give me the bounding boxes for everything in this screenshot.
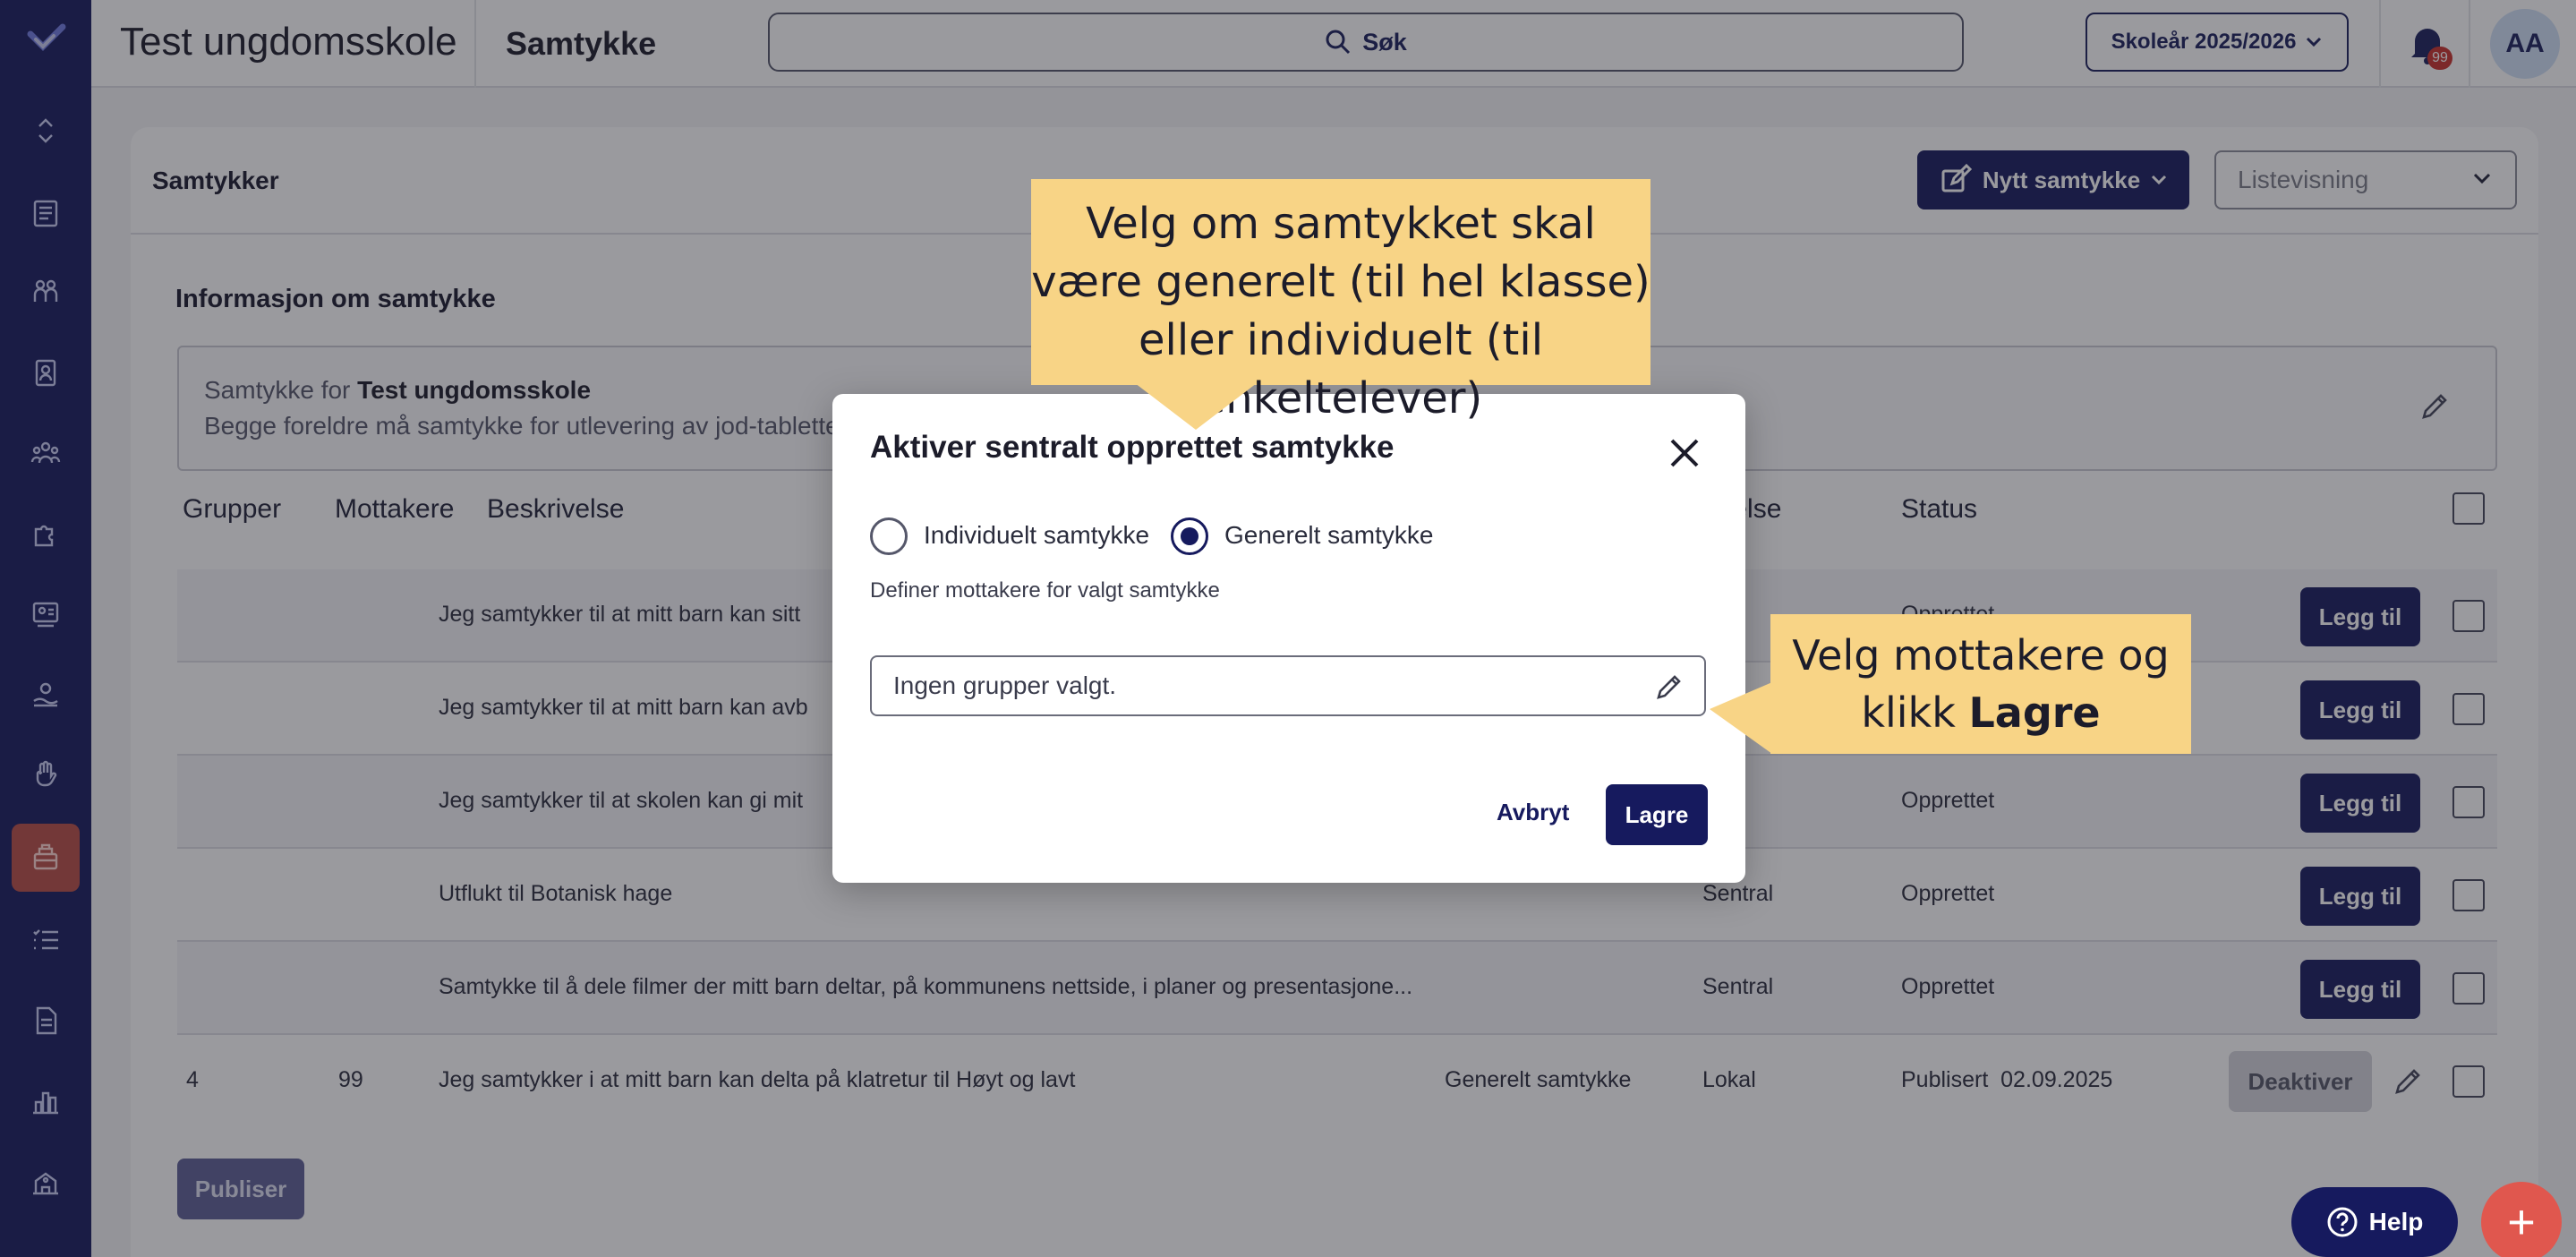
callout-pointer bbox=[1710, 682, 1772, 754]
individual-consent-label[interactable]: Individuelt samtykke bbox=[924, 521, 1149, 550]
tutorial-callout-top: Velg om samtykket skal være generelt (ti… bbox=[1031, 179, 1651, 423]
individual-consent-radio[interactable] bbox=[870, 517, 908, 555]
help-label: Help bbox=[2368, 1208, 2424, 1236]
close-icon[interactable] bbox=[1667, 435, 1702, 471]
help-button[interactable]: Help bbox=[2291, 1187, 2458, 1257]
general-consent-radio[interactable] bbox=[1171, 517, 1208, 555]
pencil-icon[interactable] bbox=[1654, 671, 1685, 702]
dialog-title: Aktiver sentralt opprettet samtykke bbox=[870, 430, 1395, 465]
general-consent-label[interactable]: Generelt samtykke bbox=[1224, 521, 1433, 550]
callout-pointer bbox=[1135, 383, 1257, 430]
callout-right-bold: Lagre bbox=[1968, 688, 2101, 737]
groups-value: Ingen grupper valgt. bbox=[893, 671, 1117, 699]
save-button[interactable]: Lagre bbox=[1606, 784, 1708, 845]
recipients-subtitle: Definer mottakere for valgt samtykke bbox=[870, 578, 1220, 603]
question-icon bbox=[2327, 1207, 2358, 1237]
cancel-button[interactable]: Avbryt bbox=[1497, 799, 1569, 826]
tutorial-callout-right: Velg mottakere og klikk Lagre bbox=[1770, 614, 2191, 754]
add-fab-button[interactable]: + bbox=[2481, 1182, 2562, 1257]
groups-field[interactable]: Ingen grupper valgt. bbox=[870, 655, 1706, 716]
activate-consent-dialog: Aktiver sentralt opprettet samtykke Indi… bbox=[832, 394, 1745, 883]
